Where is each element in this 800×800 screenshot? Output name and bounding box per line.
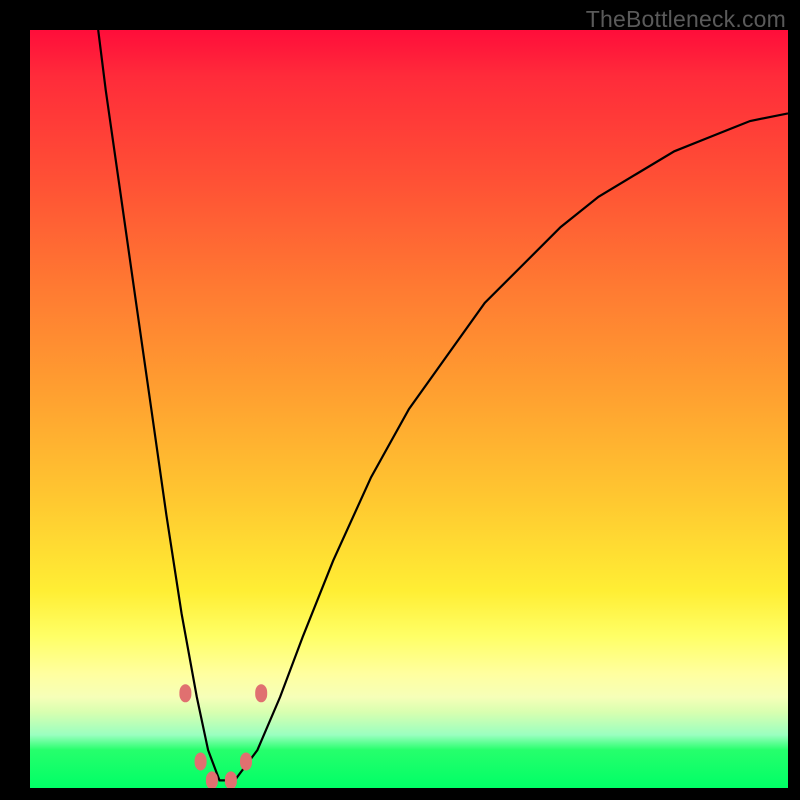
curve-marker <box>206 771 218 788</box>
curve-marker <box>255 684 267 702</box>
bottleneck-curve-svg <box>30 30 788 788</box>
plot-area <box>30 30 788 788</box>
watermark-text: TheBottleneck.com <box>586 6 786 33</box>
chart-frame: TheBottleneck.com <box>0 0 800 800</box>
curve-marker <box>195 753 207 771</box>
curve-marker <box>240 753 252 771</box>
curve-marker <box>179 684 191 702</box>
curve-markers <box>179 684 267 788</box>
bottleneck-curve <box>98 30 788 780</box>
curve-marker <box>225 771 237 788</box>
